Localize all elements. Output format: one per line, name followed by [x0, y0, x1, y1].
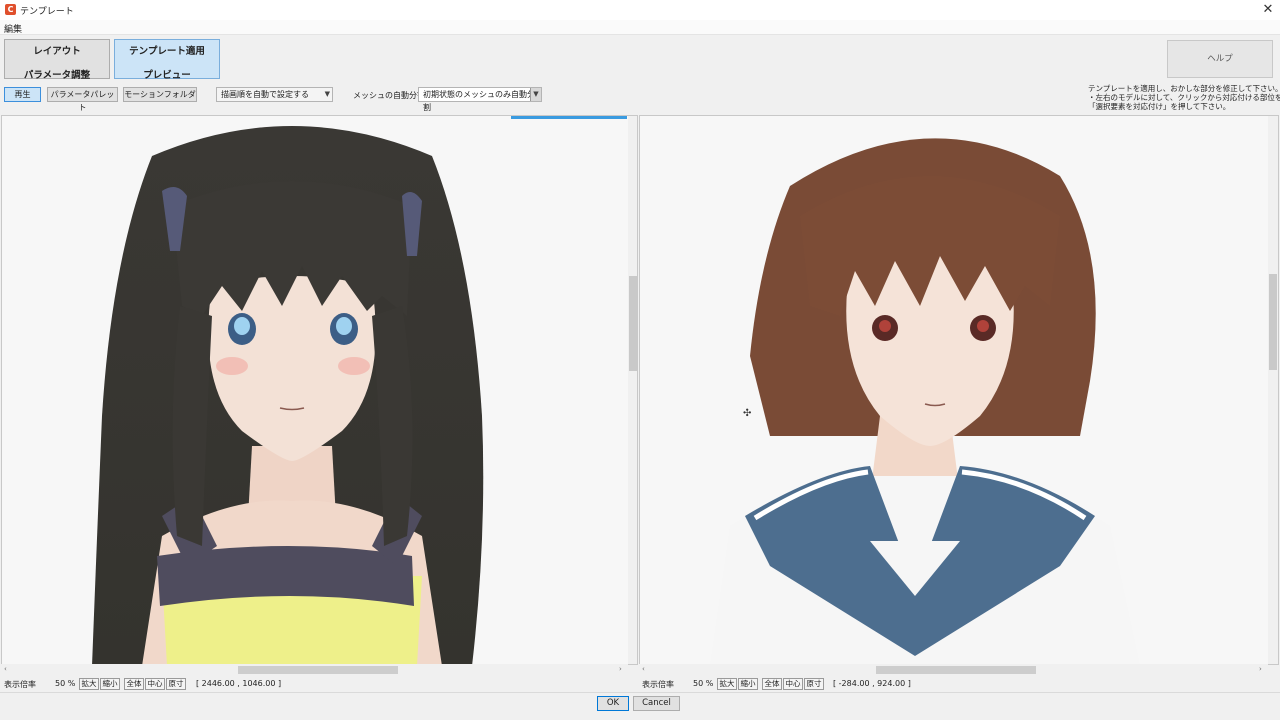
svg-text:✣: ✣	[743, 408, 751, 419]
vertical-scrollbar[interactable]	[628, 116, 637, 664]
cancel-button[interactable]: Cancel	[633, 696, 680, 711]
target-model-canvas[interactable]: ✣	[639, 115, 1279, 665]
scroll-thumb[interactable]	[629, 276, 637, 371]
scroll-right-icon[interactable]: ›	[1259, 665, 1262, 673]
close-icon[interactable]: ✕	[1258, 1, 1278, 19]
horizontal-scrollbar-right[interactable]: ‹ ›	[639, 664, 1268, 676]
layout-label: レイアウト	[33, 46, 81, 57]
template-model-figure	[92, 126, 484, 664]
chevron-down-icon: ▼	[324, 90, 330, 98]
center-button[interactable]: 中心	[145, 678, 165, 690]
title-bar: C テンプレート ✕	[0, 0, 1280, 20]
zoom-out-button[interactable]: 縮小	[738, 678, 758, 690]
menu-bar: 編集	[0, 20, 1280, 35]
actual-size-button[interactable]: 原寸	[804, 678, 824, 690]
template-model-canvas[interactable]	[1, 115, 638, 665]
zoom-in-button[interactable]: 拡大	[717, 678, 737, 690]
scroll-left-icon[interactable]: ‹	[4, 665, 7, 673]
play-button[interactable]: 再生	[4, 87, 41, 102]
scroll-thumb[interactable]	[876, 666, 1036, 674]
zoom-in-button[interactable]: 拡大	[79, 678, 99, 690]
template-preview-mode-button[interactable]: テンプレート適用 プレビュー	[114, 39, 220, 81]
motion-folder-button[interactable]: モーションフォルダ	[123, 87, 197, 102]
scroll-left-icon[interactable]: ‹	[642, 665, 645, 673]
scroll-thumb[interactable]	[238, 666, 398, 674]
actual-size-button[interactable]: 原寸	[166, 678, 186, 690]
template-dialog: C テンプレート ✕ 編集 レイアウト パラメータ調整 テンプレート適用 プレビ…	[0, 0, 1280, 720]
horizontal-scrollbar-left[interactable]: ‹ ›	[1, 664, 628, 676]
ok-button[interactable]: OK	[597, 696, 629, 711]
zoom-out-button[interactable]: 縮小	[100, 678, 120, 690]
fit-all-button[interactable]: 全体	[762, 678, 782, 690]
instruction-line: テンプレートを適用し、おかしな部分を修正して下さい。	[1088, 84, 1280, 93]
cursor-coords: [ -284.00 , 924.00 ]	[833, 679, 911, 688]
template-apply-label: テンプレート適用	[129, 46, 205, 57]
zoom-label: 表示倍率	[642, 680, 674, 689]
help-button[interactable]: ヘルプ	[1167, 40, 1273, 78]
instruction-line: ・左右のモデルに対して、クリックから対応付ける部位を選び、	[1088, 93, 1280, 102]
cursor-coords: [ 2446.00 , 1046.00 ]	[196, 679, 282, 688]
fit-all-button[interactable]: 全体	[124, 678, 144, 690]
instructions-text: テンプレートを適用し、おかしな部分を修正して下さい。 ・左右のモデルに対して、ク…	[1088, 84, 1280, 111]
draw-order-value: 描画順を自動で設定する	[221, 90, 309, 99]
mesh-auto-split-value: 初期状態のメッシュのみ自動分割	[423, 90, 535, 112]
instruction-line: 「選択要素を対応付け」を押して下さい。	[1088, 102, 1231, 111]
chevron-down-icon: ▼	[530, 88, 541, 101]
param-palette-button[interactable]: パラメータパレット	[47, 87, 118, 112]
layout-param-mode-button[interactable]: レイアウト パラメータ調整	[4, 39, 110, 81]
target-model-figure: ✣	[710, 138, 1140, 664]
draw-order-select[interactable]: 描画順を自動で設定する ▼	[216, 87, 333, 102]
window-title: テンプレート	[20, 7, 74, 17]
menu-edit[interactable]: 編集	[4, 22, 22, 35]
param-adjust-label: パラメータ調整	[23, 70, 91, 81]
selection-indicator	[511, 116, 627, 119]
preview-label: プレビュー	[143, 70, 191, 81]
zoom-label: 表示倍率	[4, 680, 36, 689]
center-button[interactable]: 中心	[783, 678, 803, 690]
mesh-auto-split-select[interactable]: 初期状態のメッシュのみ自動分割 ▼	[418, 87, 542, 112]
scroll-thumb[interactable]	[1269, 274, 1277, 370]
scroll-right-icon[interactable]: ›	[619, 665, 622, 673]
cubism-logo-icon: C	[5, 4, 16, 15]
vertical-scrollbar[interactable]	[1268, 116, 1278, 664]
zoom-value: 50 %	[55, 679, 76, 688]
zoom-value: 50 %	[693, 679, 714, 688]
mesh-auto-split-label: メッシュの自動分割	[353, 91, 425, 100]
